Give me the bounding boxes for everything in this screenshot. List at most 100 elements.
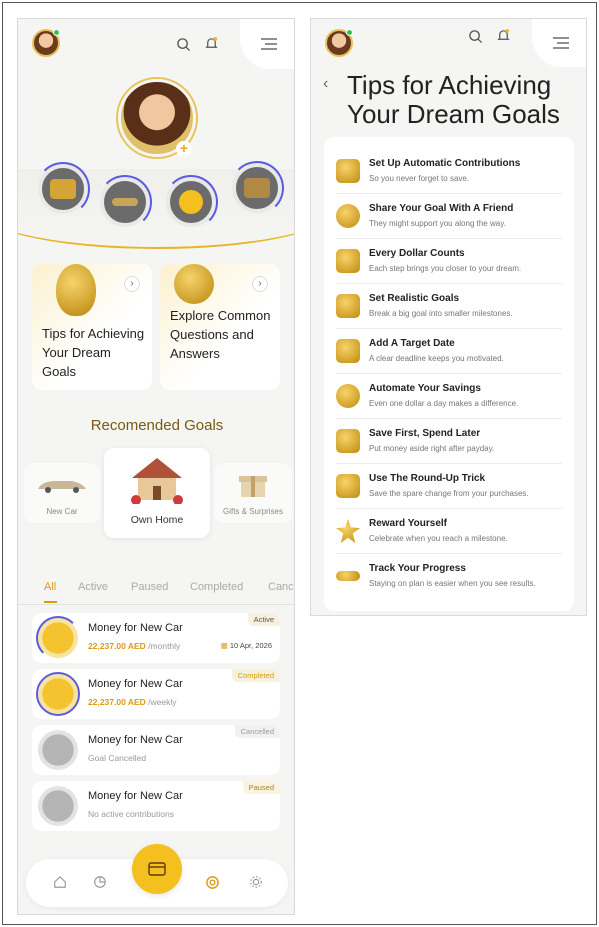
tip-title: Set Up Automatic Contributions	[369, 158, 521, 169]
status-badge: Completed	[231, 669, 280, 682]
online-status-dot	[53, 29, 60, 36]
tips-card[interactable]: › Tips for Achieving Your Dream Goals	[32, 264, 152, 390]
online-status-dot	[346, 29, 353, 36]
faq-card-label: Explore Common Questions and Answers	[170, 308, 271, 361]
tip-title: Set Realistic Goals	[369, 293, 460, 304]
tip-item[interactable]: Use The Round-Up Trick Save the spare cha…	[336, 464, 562, 509]
coin-icon	[36, 672, 80, 716]
card-button[interactable]	[132, 844, 182, 894]
recommended-label: Own Home	[130, 514, 184, 526]
coin-handshake-icon	[336, 204, 360, 228]
tip-title: Automate Your Savings	[369, 383, 481, 394]
goal-bubble-box[interactable]	[230, 161, 284, 215]
question-icon	[174, 264, 214, 304]
tab-paused[interactable]: Paused	[131, 581, 168, 593]
user-avatar[interactable]	[32, 29, 60, 57]
goal-title: Money for New Car	[88, 678, 183, 690]
tip-description: Each step brings you closer to your drea…	[369, 264, 522, 273]
tip-title: Save First, Spend Later	[369, 428, 481, 439]
goal-item[interactable]: Money for New Car 22,237.00 AED /weekly …	[32, 669, 280, 719]
back-button[interactable]: ‹	[323, 75, 328, 93]
chart-icon[interactable]	[92, 874, 108, 890]
goal-bubble-coins[interactable]	[164, 175, 218, 229]
recommended-goals-title: Recomended Goals	[90, 417, 224, 434]
box-icon	[244, 178, 270, 198]
tab-active[interactable]: Active	[78, 581, 108, 593]
settings-icon[interactable]	[248, 874, 264, 890]
tip-item[interactable]: Automate Your Savings Even one dollar a d…	[336, 374, 562, 419]
tip-description: Put money aside right after payday.	[369, 444, 495, 453]
progress-bar-icon	[336, 571, 360, 581]
goals-screen: + › Tips for Achieving Your Dream Goals …	[17, 18, 295, 915]
tips-list: Set Up Automatic Contributions So you nev…	[324, 137, 574, 611]
coin-icon	[38, 730, 78, 770]
tab-all[interactable]: All	[44, 581, 56, 593]
wallet-icon	[336, 429, 360, 453]
star-icon	[336, 519, 360, 543]
menu-button[interactable]	[240, 19, 294, 69]
coin-icon	[38, 786, 78, 826]
recommended-new-car[interactable]: New Car	[24, 463, 100, 523]
status-badge: Paused	[242, 781, 280, 794]
add-photo-button[interactable]: +	[176, 141, 192, 157]
goal-bubble-car[interactable]	[98, 175, 152, 229]
tip-title: Add A Target Date	[369, 338, 455, 349]
home-icon[interactable]	[52, 874, 68, 890]
tab-cancelled[interactable]: Canc	[268, 581, 294, 593]
tip-item[interactable]: Reward Yourself Celebrate when you reach …	[336, 509, 562, 554]
recommended-own-home[interactable]: Own Home	[104, 448, 210, 538]
goal-item[interactable]: Money for New Car 22,237.00 AED /monthly…	[32, 613, 280, 663]
coin-icon	[179, 190, 203, 214]
car-icon	[38, 481, 86, 493]
tip-item[interactable]: Set Realistic Goals Break a big goal into…	[336, 284, 562, 329]
tips-card-label: Tips for Achieving Your Dream Goals	[42, 326, 145, 379]
chevron-right-icon[interactable]: ›	[124, 276, 140, 292]
calendar-icon: ▦	[220, 641, 230, 650]
goal-item[interactable]: Money for New Car Goal Cancelled Cancell…	[32, 725, 280, 775]
menu-button[interactable]	[532, 19, 586, 67]
piggy-bank-icon	[336, 384, 360, 408]
tip-description: They might support you along the way.	[369, 219, 506, 228]
goal-amount: 22,237.00 AED /weekly	[88, 697, 177, 707]
tip-item[interactable]: Track Your Progress Staying on plan is ea…	[336, 554, 562, 599]
status-tabs: All Active Paused Completed Canc	[18, 579, 294, 605]
active-tab-indicator	[44, 601, 57, 603]
faq-card[interactable]: › Explore Common Questions and Answers	[160, 264, 280, 390]
target-icon[interactable]	[204, 874, 220, 890]
menu-icon	[553, 37, 569, 49]
coin-icon	[36, 616, 80, 660]
goal-title: Money for New Car	[88, 734, 183, 746]
tip-title: Share Your Goal With A Friend	[369, 203, 514, 214]
car-icon	[112, 198, 138, 206]
progress-ring	[36, 616, 80, 660]
recommended-gifts[interactable]: Gifts & Surprises	[214, 463, 292, 523]
user-avatar[interactable]	[325, 29, 353, 57]
tip-item[interactable]: Add A Target Date A clear deadline keeps …	[336, 329, 562, 374]
goal-note: Goal Cancelled	[88, 753, 147, 763]
search-icon[interactable]	[466, 27, 484, 45]
chevron-right-icon[interactable]: ›	[252, 276, 268, 292]
tip-item[interactable]: Set Up Automatic Contributions So you nev…	[336, 149, 562, 194]
progress-ring	[36, 672, 80, 716]
tip-description: So you never forget to save.	[369, 174, 470, 183]
tip-title: Reward Yourself	[369, 518, 447, 529]
goal-item[interactable]: Money for New Car No active contribution…	[32, 781, 280, 831]
bell-icon[interactable]	[202, 34, 220, 52]
tab-completed[interactable]: Completed	[190, 581, 243, 593]
house-icon	[131, 458, 183, 504]
tip-description: Staying on plan is easier when you see r…	[369, 579, 536, 588]
goal-amount-value: 22,237.00 AED	[88, 641, 146, 651]
tip-item[interactable]: Share Your Goal With A Friend They might …	[336, 194, 562, 239]
tips-screen: ‹ Tips for Achieving Your Dream Goals Se…	[310, 18, 587, 616]
tip-item[interactable]: Save First, Spend Later Put money aside r…	[336, 419, 562, 464]
goal-bubble-gifts[interactable]	[36, 162, 90, 216]
tip-title: Use The Round-Up Trick	[369, 473, 486, 484]
canvas-frame: + › Tips for Achieving Your Dream Goals …	[2, 2, 597, 925]
bell-icon[interactable]	[494, 26, 512, 44]
search-icon[interactable]	[174, 35, 192, 53]
goal-frequency: /monthly	[145, 641, 181, 651]
tip-item[interactable]: Every Dollar Counts Each step brings you …	[336, 239, 562, 284]
recommended-label: New Car	[46, 507, 78, 516]
alarm-clock-icon	[336, 159, 360, 183]
receipt-icon	[336, 474, 360, 498]
